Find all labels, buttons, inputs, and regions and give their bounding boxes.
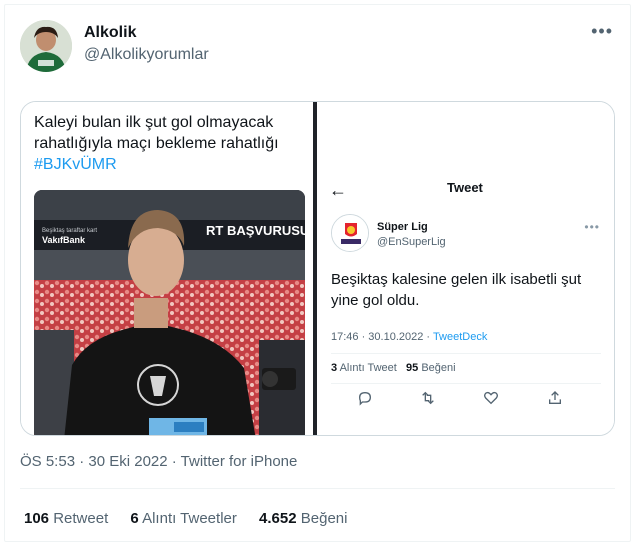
- author-avatar[interactable]: [20, 20, 72, 72]
- quote-count: 6: [130, 510, 139, 527]
- embedded-retweet-label[interactable]: Alıntı Tweet: [340, 362, 397, 374]
- embedded-meta: 17:46 · 30.10.2022 · TweetDeck: [331, 331, 487, 343]
- tweet-stats: 106 Retweet 6 Alıntı Tweetler 4.652 Beğe…: [24, 510, 365, 527]
- embedded-stats: 3 Alıntı Tweet 95 Beğeni: [331, 362, 456, 374]
- embedded-retweet-count[interactable]: 3: [331, 362, 337, 374]
- goalkeeper-photo: Beşiktaş taraftar kart VakıfBank RT BAŞV…: [34, 190, 305, 435]
- goalkeeper-photo-image: Beşiktaş taraftar kart VakıfBank RT BAŞV…: [34, 190, 305, 435]
- banner-right-text: RT BAŞVURUSU: [206, 223, 305, 238]
- quote-stat-label: Alıntı Tweetler: [142, 510, 237, 527]
- tweet-text-line2: rahatlığıyla maçı bekleme rahatlığı: [34, 135, 279, 152]
- embedded-like-label[interactable]: Beğeni: [421, 362, 455, 374]
- retweet-stat-label: Retweet: [53, 510, 109, 527]
- reply-icon[interactable]: [357, 390, 373, 410]
- back-arrow-icon[interactable]: ←: [329, 180, 347, 201]
- embedded-app-link[interactable]: TweetDeck: [433, 331, 487, 343]
- like-icon[interactable]: [483, 390, 499, 410]
- embedded-divider-2: [331, 383, 601, 384]
- like-stat-label: Beğeni: [300, 510, 348, 527]
- banner-brand-text: VakıfBank: [42, 235, 86, 245]
- retweet-stat[interactable]: 106 Retweet: [24, 510, 108, 527]
- embedded-more-icon[interactable]: •••: [584, 220, 600, 234]
- embedded-time: 17:46 · 30.10.2022 ·: [331, 331, 433, 343]
- retweet-count: 106: [24, 510, 50, 527]
- more-horizontal-icon[interactable]: •••: [591, 22, 613, 40]
- media-left-panel: Kaleyi bulan ilk şut gol olmayacak rahat…: [21, 102, 313, 435]
- embedded-author-name[interactable]: Süper Lig: [377, 221, 428, 233]
- like-count: 4.652: [259, 510, 297, 527]
- tweet-media[interactable]: Kaleyi bulan ilk şut gol olmayacak rahat…: [20, 101, 615, 436]
- superlig-logo-icon: [332, 215, 368, 251]
- superlig-avatar: [331, 214, 369, 252]
- like-stat[interactable]: 4.652 Beğeni: [259, 510, 347, 527]
- tweet-text-line1: Kaleyi bulan ilk şut gol olmayacak: [34, 114, 274, 131]
- embedded-tweet-text: Beşiktaş kalesine gelen ilk isabetli şut…: [331, 271, 582, 309]
- tweet-text: Kaleyi bulan ilk şut gol olmayacak rahat…: [34, 112, 309, 175]
- quote-stat[interactable]: 6 Alıntı Tweetler: [130, 510, 236, 527]
- timestamp-divider: [20, 488, 615, 489]
- embedded-author-handle[interactable]: @EnSuperLig: [377, 236, 446, 248]
- avatar-photo-icon: [20, 20, 72, 72]
- embedded-action-bar: [357, 390, 587, 410]
- hashtag-link[interactable]: #BJKvÜMR: [34, 154, 309, 175]
- embedded-header-title: Tweet: [447, 180, 483, 195]
- embedded-tweet-panel: ← Tweet Süper Lig @EnSuperLig ••• Beşikt…: [317, 102, 614, 435]
- retweet-icon[interactable]: [419, 390, 437, 410]
- embedded-divider-1: [331, 353, 601, 354]
- author-display-name[interactable]: Alkolik: [84, 24, 136, 42]
- author-handle[interactable]: @Alkolikyorumlar: [84, 46, 209, 64]
- share-icon[interactable]: [547, 390, 563, 410]
- banner-left-text: Beşiktaş taraftar kart: [42, 228, 97, 234]
- embedded-like-count[interactable]: 95: [406, 362, 418, 374]
- tweet-timestamp[interactable]: ÖS 5:53 · 30 Eki 2022 · Twitter for iPho…: [20, 453, 297, 470]
